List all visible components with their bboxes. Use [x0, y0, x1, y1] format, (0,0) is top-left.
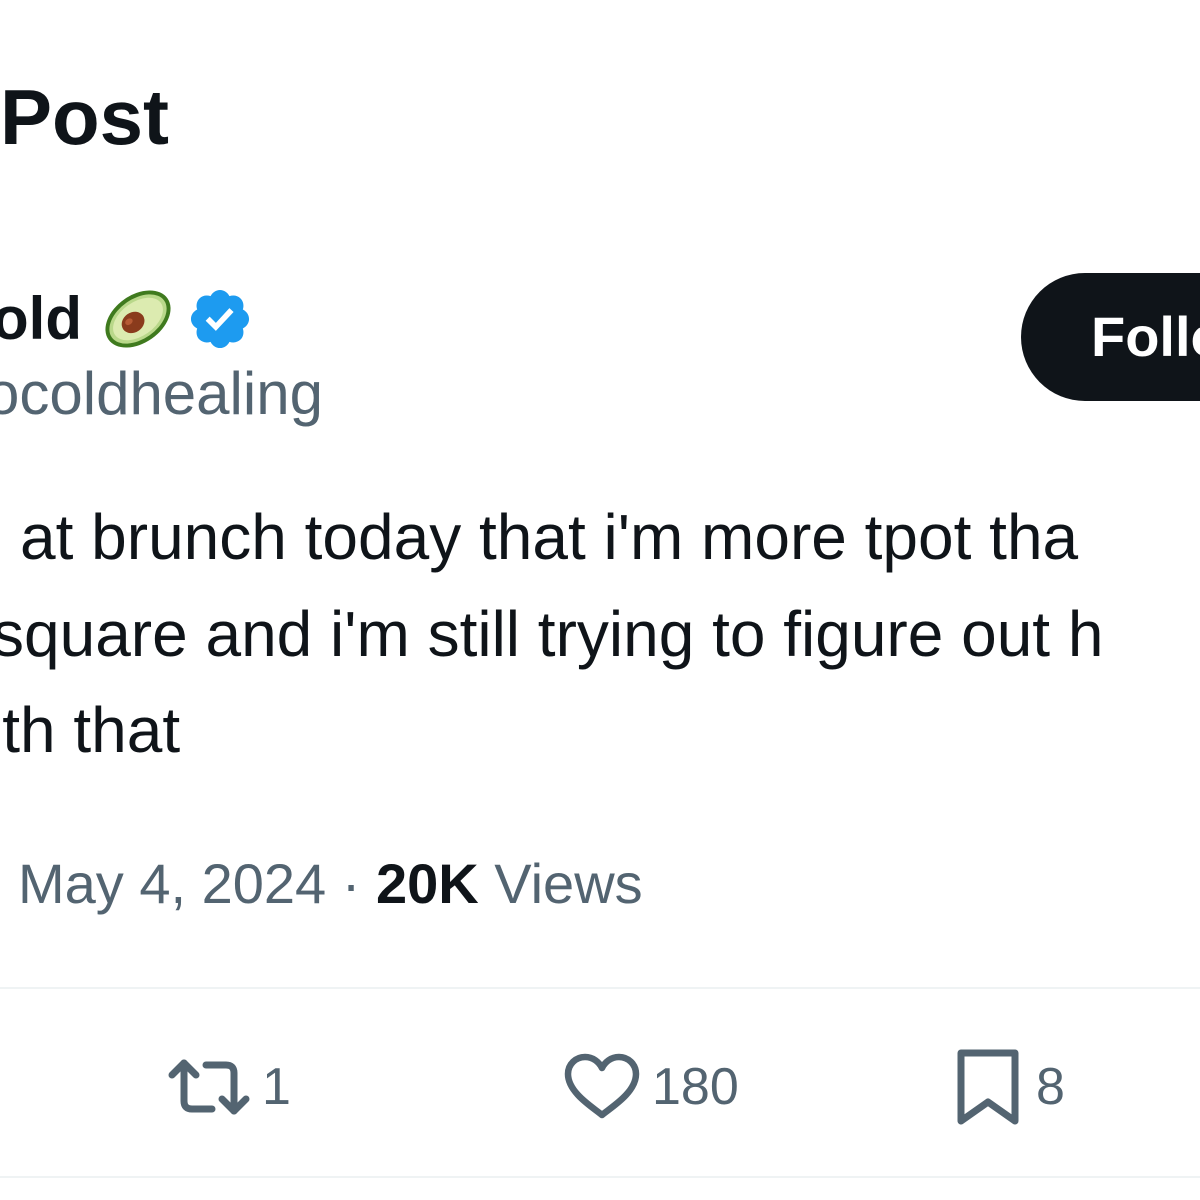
repost-icon: [168, 1055, 250, 1119]
meta-separator: ·: [326, 852, 376, 915]
divider-bottom: [0, 1176, 1200, 1178]
like-button[interactable]: 180: [564, 1045, 739, 1129]
views-count: 20K: [375, 852, 479, 915]
post-date[interactable]: May 4, 2024: [18, 852, 326, 915]
post-detail-view: Post old ocoldhealing Follo at brunch to…: [0, 0, 1200, 1200]
post-meta: May 4, 2024 · 20K Views: [18, 856, 643, 912]
follow-button[interactable]: Follo: [1021, 273, 1200, 401]
author-handle[interactable]: ocoldhealing: [0, 364, 323, 424]
divider-top: [0, 987, 1200, 989]
avocado-icon: [100, 284, 176, 354]
author-name-text: old: [0, 285, 82, 352]
tweet-text-line-2: square and i'm still trying to figure ou…: [0, 598, 1104, 670]
heart-icon: [564, 1053, 640, 1121]
bookmark-icon: [952, 1047, 1024, 1127]
like-count: 180: [652, 1058, 739, 1116]
bookmark-count: 8: [1036, 1058, 1065, 1116]
page-title: Post: [0, 73, 170, 161]
tweet-text-line-3: ith that: [0, 694, 181, 766]
tweet-text-line-1: at brunch today that i'm more tpot tha: [20, 501, 1079, 573]
repost-button[interactable]: 1: [168, 1045, 291, 1129]
repost-count: 1: [262, 1058, 291, 1116]
verified-badge-icon: [186, 285, 254, 353]
bookmark-button[interactable]: 8: [952, 1045, 1065, 1129]
views-label: Views: [478, 852, 643, 915]
author-display-name[interactable]: old: [0, 284, 254, 354]
